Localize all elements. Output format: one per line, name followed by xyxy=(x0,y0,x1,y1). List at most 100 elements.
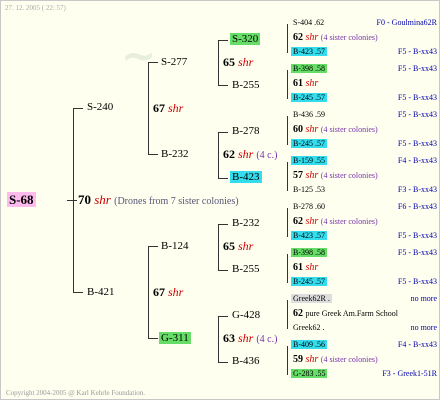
g4-right-0: F0 - Goulmina62R xyxy=(376,18,437,27)
g4-bright-7: F3 - Greek1-51R xyxy=(382,369,437,378)
g4-top-6[interactable]: Greek62R . xyxy=(291,294,332,303)
g4-bright-1: F5 - B-xx43 xyxy=(397,93,437,102)
g4-right-7: F4 - B-xx43 xyxy=(397,340,437,349)
g4-num-7: 59 xyxy=(293,354,303,365)
g4-top-1[interactable]: B-398 .58 xyxy=(291,64,327,73)
g4-bottom-5[interactable]: B-245 .57 xyxy=(291,277,327,286)
g4-bright-2: F5 - B-xx43 xyxy=(397,139,437,148)
g4-num-5: 61 xyxy=(293,262,303,273)
watermark: ~ xyxy=(121,31,157,80)
g4-bottom-0[interactable]: B-423 .57 xyxy=(291,47,327,56)
g4-bottom-4[interactable]: B-423 .57 xyxy=(291,231,327,240)
g4-num-2: 60 xyxy=(293,124,303,135)
g4-top-3[interactable]: B-159 .55 xyxy=(291,156,327,165)
g2-id-0[interactable]: S-277 xyxy=(161,56,187,68)
g1-shr-0: shr xyxy=(168,101,184,115)
g4-bottom-3[interactable]: B-125 .53 xyxy=(291,185,327,194)
g4-bottom-2[interactable]: B-245 .57 xyxy=(291,139,327,148)
g1-shr-1: shr xyxy=(168,285,184,299)
g2-num-3: 63 xyxy=(223,331,235,345)
g3-id-3[interactable]: B-423 xyxy=(230,171,262,183)
g2-shr-0: shr xyxy=(238,55,254,69)
g4-right-1: F5 - B-xx43 xyxy=(397,64,437,73)
g2-num-1: 62 xyxy=(223,147,235,161)
g2-id-3[interactable]: G-311 xyxy=(159,332,191,344)
g4-top-7[interactable]: B-409 .56 xyxy=(291,340,327,349)
g1-score-0: 67 shr xyxy=(153,101,183,116)
g1-id-0[interactable]: S-240 xyxy=(87,101,113,113)
g4-score-5: 61 shr xyxy=(293,262,318,273)
g4-note-3: (4 sister colonies) xyxy=(320,171,378,180)
g4-shr-2: shr xyxy=(305,124,319,135)
g2-id-2[interactable]: B-124 xyxy=(161,240,189,252)
root-score: 70 shr (Drones from 7 sister colonies) xyxy=(78,192,239,208)
g4-num-1: 61 xyxy=(293,78,303,89)
g1-num-0: 67 xyxy=(153,101,165,115)
root-note: (Drones from 7 sister colonies) xyxy=(114,196,239,207)
g4-shr-7: shr xyxy=(305,354,319,365)
g4-bright-6: no more xyxy=(410,323,437,332)
g3-id-0[interactable]: S-320 xyxy=(230,33,261,45)
g4-bottom-1[interactable]: B-245 .57 xyxy=(291,93,327,102)
g4-num-0: 62 xyxy=(293,32,303,43)
g3-id-5[interactable]: B-255 xyxy=(232,263,260,275)
g1-id-1[interactable]: B-421 xyxy=(87,286,115,298)
g4-score-4: 62 shr (4 sister colonies) xyxy=(293,216,378,227)
g3-id-7[interactable]: B-436 xyxy=(232,355,260,367)
g3-id-1[interactable]: B-255 xyxy=(232,79,260,91)
copyright: Copyright 2004-2005 @ Karl Kehrle Founda… xyxy=(6,389,146,397)
g3-id-2[interactable]: B-278 xyxy=(232,125,260,137)
g2-score-1: 62 shr (4 c.) xyxy=(223,147,277,162)
g4-shr-4: shr xyxy=(305,216,319,227)
root-num: 70 xyxy=(78,192,91,207)
g3-id-4[interactable]: B-232 xyxy=(232,217,260,229)
g4-num-3: 57 xyxy=(293,170,303,181)
g2-note-1: (4 c.) xyxy=(256,150,278,161)
g4-right-2: F5 - B-xx43 xyxy=(397,110,437,119)
g4-note-6: pure Greek Am.Farm School xyxy=(305,309,398,318)
g2-shr-2: shr xyxy=(238,239,254,253)
g2-num-0: 65 xyxy=(223,55,235,69)
g2-shr-1: shr xyxy=(238,147,254,161)
g4-top-5[interactable]: B-398 .58 xyxy=(291,248,327,257)
root-node[interactable]: S-68 xyxy=(7,191,36,209)
g4-num-4: 62 xyxy=(293,216,303,227)
g4-shr-3: shr xyxy=(305,170,319,181)
g4-right-3: F4 - B-xx43 xyxy=(397,156,437,165)
g4-score-0: 62 shr (4 sister colonies) xyxy=(293,32,378,43)
timestamp: 27. 12. 2005 ( 22: 57) xyxy=(5,4,66,12)
g4-shr-5: shr xyxy=(305,262,319,273)
g2-score-0: 65 shr xyxy=(223,55,253,70)
g4-right-5: F5 - B-xx43 xyxy=(397,248,437,257)
g4-score-7: 59 shr (4 sister colonies) xyxy=(293,354,378,365)
g4-bottom-6[interactable]: Greek62 . xyxy=(291,323,327,332)
g2-id-1[interactable]: B-232 xyxy=(161,148,189,160)
g4-bottom-7[interactable]: G-283 .55 xyxy=(291,369,328,378)
g4-note-2: (4 sister colonies) xyxy=(320,125,378,134)
g4-note-7: (4 sister colonies) xyxy=(320,355,378,364)
g4-score-1: 61 shr xyxy=(293,78,318,89)
g4-right-4: F6 - B-xx43 xyxy=(397,202,437,211)
g4-num-6: 62 xyxy=(293,308,303,319)
g4-top-4[interactable]: B-278 .60 xyxy=(291,202,327,211)
g4-bright-4: F5 - B-xx43 xyxy=(397,231,437,240)
g2-num-2: 65 xyxy=(223,239,235,253)
g4-note-4: (4 sister colonies) xyxy=(320,217,378,226)
g4-bright-5: F5 - B-xx43 xyxy=(397,277,437,286)
pedigree-panel: ~ 27. 12. 2005 ( 22: 57) Copyright 2004-… xyxy=(0,0,440,400)
g4-right-6: no more xyxy=(410,294,437,303)
g4-bright-0: F5 - B-xx43 xyxy=(397,47,437,56)
g1-score-1: 67 shr xyxy=(153,285,183,300)
g3-id-6[interactable]: G-428 xyxy=(232,309,260,321)
g2-score-3: 63 shr (4 c.) xyxy=(223,331,277,346)
g1-num-1: 67 xyxy=(153,285,165,299)
g4-note-0: (4 sister colonies) xyxy=(320,33,378,42)
g4-score-6: 62 pure Greek Am.Farm School xyxy=(293,308,398,319)
g4-shr-1: shr xyxy=(305,78,319,89)
g4-top-0[interactable]: S-404 .62 xyxy=(291,18,326,27)
g2-note-3: (4 c.) xyxy=(256,334,278,345)
root-id: S-68 xyxy=(7,192,36,207)
g4-top-2[interactable]: B-436 .59 xyxy=(291,110,327,119)
g4-bright-3: F3 - B-xx43 xyxy=(397,185,437,194)
g2-shr-3: shr xyxy=(238,331,254,345)
